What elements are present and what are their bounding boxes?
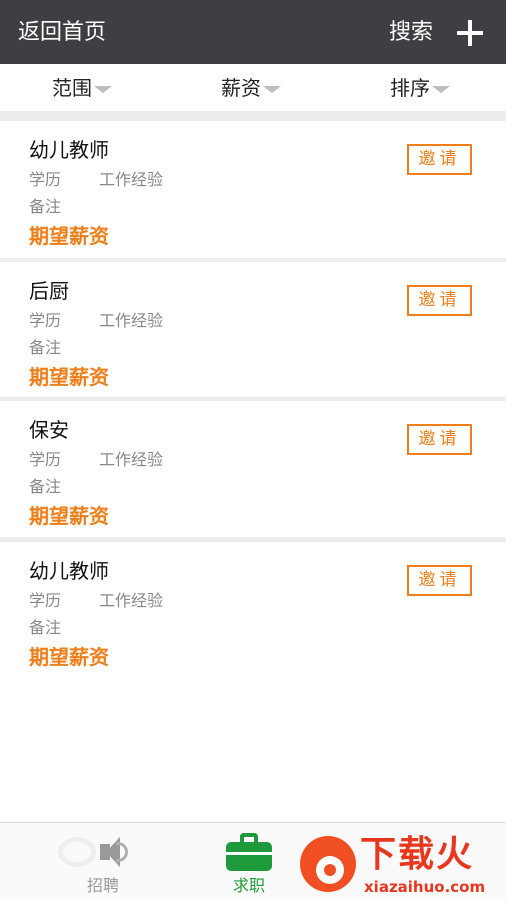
chevron-down-icon — [263, 86, 281, 93]
experience-label: 工作经验 — [99, 591, 164, 610]
list-item[interactable]: 幼儿教师 学历 工作经验 备注 期望薪资 邀请 — [0, 542, 506, 679]
education-label: 学历 — [29, 311, 62, 330]
expected-salary-label: 期望薪资 — [29, 224, 109, 248]
invite-button[interactable]: 邀请 — [407, 144, 472, 175]
expected-salary-label: 期望薪资 — [29, 504, 109, 528]
job-title: 幼儿教师 — [29, 559, 109, 583]
tab-job-seeking-label: 求职 — [232, 876, 265, 895]
back-to-home-button[interactable]: 返回首页 — [18, 18, 106, 48]
note-label: 备注 — [29, 477, 62, 496]
filter-salary-dropdown[interactable]: 薪资 — [221, 74, 281, 102]
filter-bar: 范围 薪资 排序 — [0, 64, 506, 111]
plus-icon[interactable] — [457, 20, 483, 46]
education-label: 学历 — [29, 591, 62, 610]
filter-sort-label: 排序 — [390, 76, 430, 100]
candidate-list: 幼儿教师 学历 工作经验 备注 期望薪资 邀请 后厨 学历 工作经验 备注 期望… — [0, 111, 506, 679]
tab-job-seeking[interactable]: 求职 — [204, 833, 294, 897]
expected-salary-label: 期望薪资 — [29, 645, 109, 669]
filter-range-label: 范围 — [52, 76, 92, 100]
job-title: 后厨 — [29, 279, 69, 303]
watermark-domain: xiazaihuo.com — [364, 878, 486, 896]
list-item[interactable]: 幼儿教师 学历 工作经验 备注 期望薪资 邀请 — [0, 121, 506, 258]
speaker-icon — [58, 833, 128, 871]
expected-salary-label: 期望薪资 — [29, 365, 109, 389]
chevron-down-icon — [94, 86, 112, 93]
education-label: 学历 — [29, 170, 62, 189]
invite-button[interactable]: 邀请 — [407, 285, 472, 316]
top-navigation-bar: 返回首页 搜索 — [0, 0, 506, 64]
filter-sort-dropdown[interactable]: 排序 — [390, 74, 450, 102]
list-item[interactable]: 保安 学历 工作经验 备注 期望薪资 邀请 — [0, 401, 506, 537]
note-label: 备注 — [29, 618, 62, 637]
search-button[interactable]: 搜索 — [389, 18, 433, 48]
tab-recruit[interactable]: 招聘 — [58, 833, 148, 897]
tab-recruit-label: 招聘 — [86, 876, 119, 895]
job-title: 幼儿教师 — [29, 138, 109, 162]
chevron-down-icon — [432, 86, 450, 93]
experience-label: 工作经验 — [99, 450, 164, 469]
note-label: 备注 — [29, 197, 62, 216]
filter-salary-label: 薪资 — [221, 76, 261, 100]
filter-range-dropdown[interactable]: 范围 — [52, 74, 112, 102]
briefcase-icon — [226, 833, 272, 871]
experience-label: 工作经验 — [99, 170, 164, 189]
invite-button[interactable]: 邀请 — [407, 424, 472, 455]
invite-button[interactable]: 邀请 — [407, 565, 472, 596]
experience-label: 工作经验 — [99, 311, 164, 330]
xiazaihuo-watermark-logo: 下载火 xiazaihuo.com — [298, 830, 506, 900]
note-label: 备注 — [29, 338, 62, 357]
job-title: 保安 — [29, 418, 69, 442]
watermark-brand: 下载火 — [360, 834, 475, 875]
flame-logo-icon — [300, 836, 356, 892]
list-item[interactable]: 后厨 学历 工作经验 备注 期望薪资 邀请 — [0, 262, 506, 397]
education-label: 学历 — [29, 450, 62, 469]
